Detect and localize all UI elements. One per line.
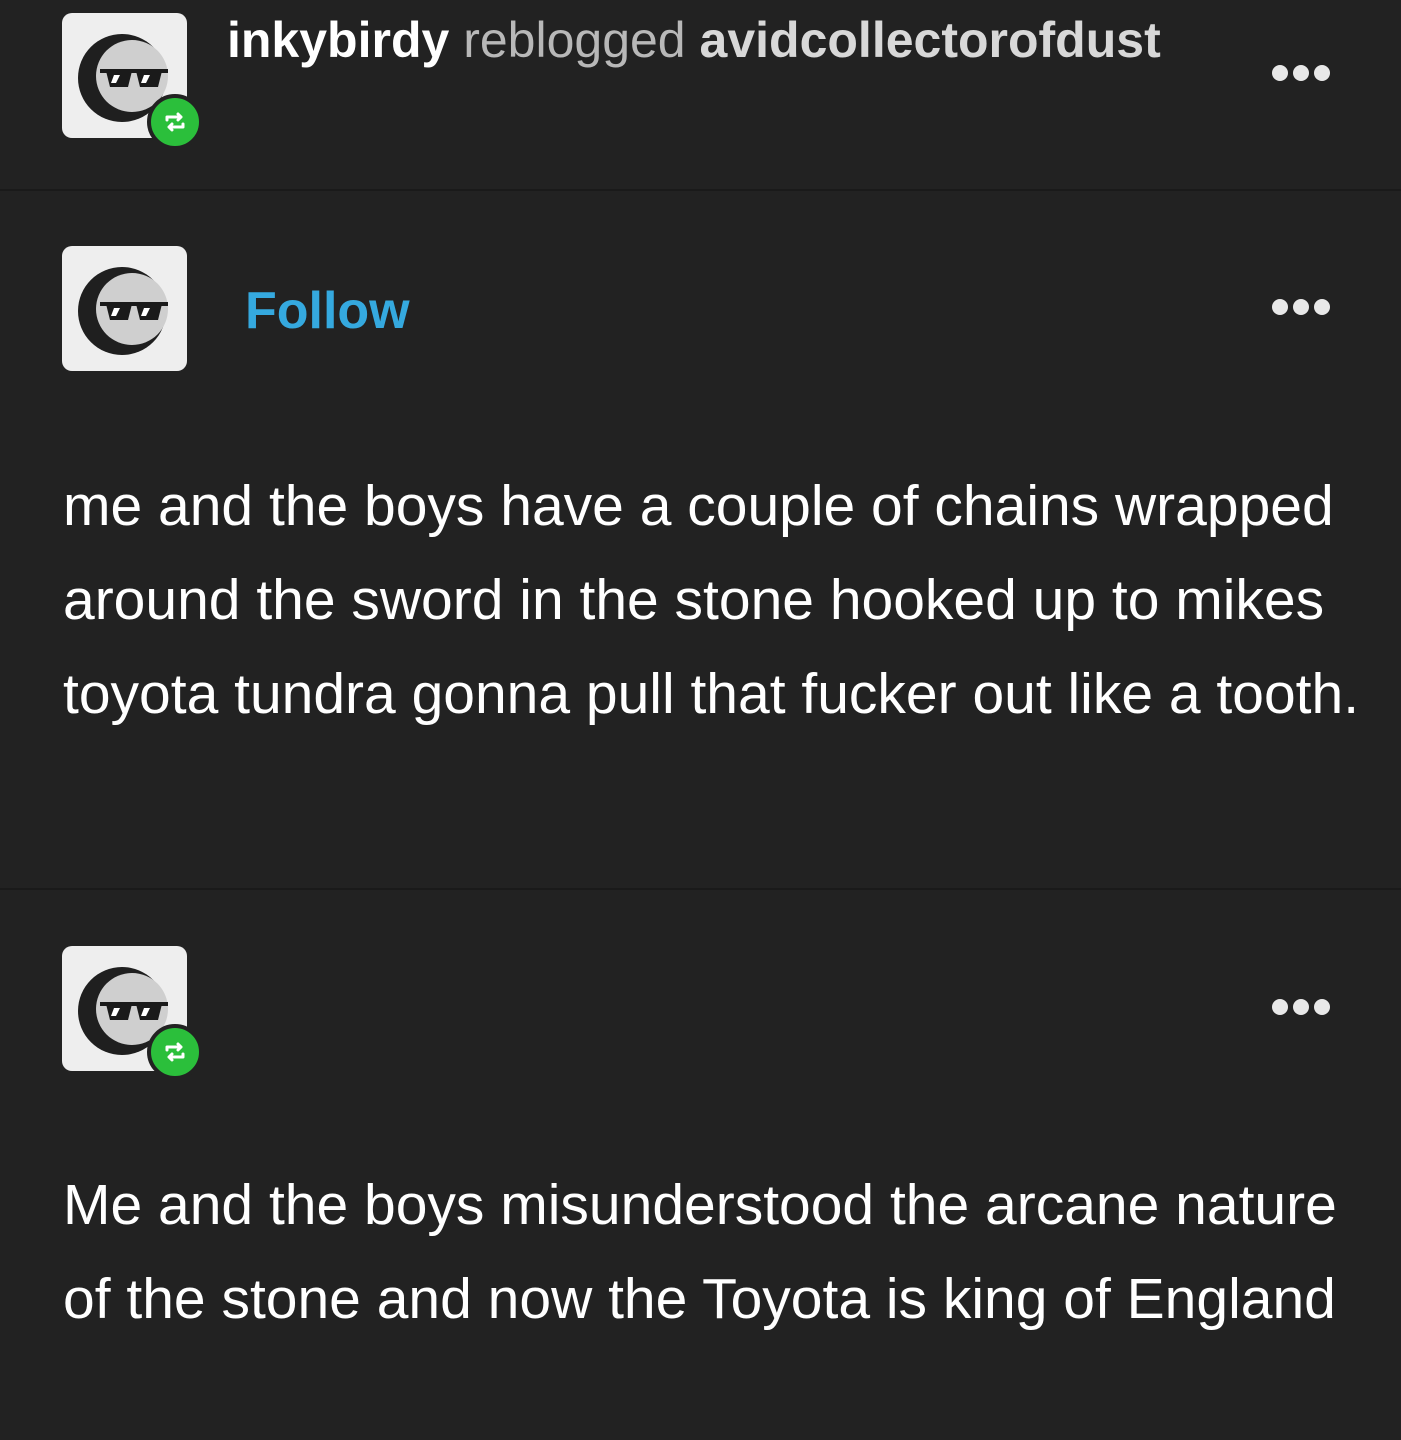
reblog-attribution: inkybirdy reblogged avidcollectorofdust (227, 10, 1161, 70)
original-post: Follow me and the boys have a couple of … (0, 191, 1401, 889)
post-body-text: Me and the boys misunderstood the arcane… (63, 1173, 1337, 1331)
more-options-icon[interactable] (1272, 298, 1342, 322)
more-options-icon[interactable] (1272, 64, 1342, 88)
post-body-text: me and the boys have a couple of chains … (63, 474, 1360, 726)
reblog-source-username[interactable]: avidcollectorofdust (700, 12, 1161, 68)
follow-button[interactable]: Follow (245, 281, 410, 341)
reblog-action-label: reblogged (463, 12, 686, 68)
reblog-badge-icon (147, 1024, 203, 1080)
reblogger-username[interactable]: inkybirdy (227, 12, 449, 68)
reblog-badge-icon (147, 94, 203, 150)
avatar[interactable] (62, 13, 203, 150)
reblog-header: inkybirdy reblogged avidcollectorofdust (0, 0, 1401, 190)
sunglasses-face-icon (78, 267, 168, 355)
avatar[interactable] (62, 246, 187, 371)
more-options-icon[interactable] (1272, 998, 1342, 1022)
reply-post: Me and the boys misunderstood the arcane… (0, 890, 1401, 1440)
avatar[interactable] (62, 946, 203, 1080)
